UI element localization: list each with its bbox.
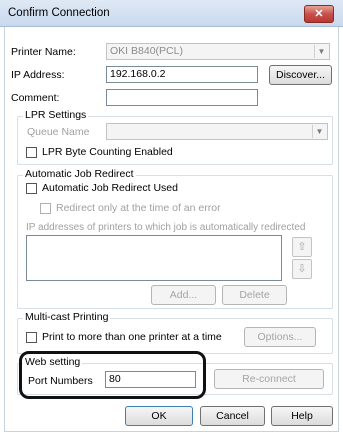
window-title: Confirm Connection — [8, 7, 110, 19]
move-down-button[interactable]: ⇩ — [292, 259, 312, 279]
lpr-byte-counting-checkbox[interactable] — [26, 147, 37, 158]
ip-address-input[interactable]: 192.168.0.2 — [106, 66, 258, 83]
discover-button[interactable]: Discover... — [269, 65, 332, 85]
comment-input[interactable] — [106, 89, 258, 106]
up-arrow-icon: ⇧ — [297, 241, 307, 253]
printer-name-label: Printer Name: — [11, 46, 76, 58]
confirm-connection-dialog: Confirm Connection ✕ Printer Name: OKI B… — [0, 0, 343, 434]
title-bar: Confirm Connection ✕ — [0, 0, 343, 27]
job-redirect-label: Automatic Job Redirect — [23, 168, 136, 180]
redirect-list-label: IP addresses of printers to which job is… — [26, 222, 306, 233]
move-up-button[interactable]: ⇧ — [292, 237, 312, 257]
close-icon: ✕ — [314, 8, 324, 20]
reconnect-button[interactable]: Re-connect — [214, 369, 324, 389]
ip-address-value: 192.168.0.2 — [110, 68, 166, 80]
multicast-print-checkbox[interactable] — [26, 332, 37, 343]
redirect-error-only-checkbox[interactable] — [40, 203, 51, 214]
ip-address-label: IP Address: — [11, 69, 65, 81]
printer-name-value: OKI B840(PCL) — [110, 45, 183, 57]
job-redirect-used-label: Automatic Job Redirect Used — [42, 182, 178, 194]
redirect-error-only-label: Redirect only at the time of an error — [56, 202, 221, 214]
redirect-address-list[interactable] — [26, 235, 282, 281]
ok-button[interactable]: OK — [125, 406, 193, 426]
help-button[interactable]: Help — [271, 406, 333, 426]
down-arrow-icon: ⇩ — [297, 263, 307, 275]
printer-name-dropdown[interactable]: OKI B840(PCL) ▼ — [106, 43, 330, 60]
delete-button[interactable]: Delete — [222, 285, 287, 305]
multicast-label: Multi-cast Printing — [23, 311, 111, 323]
lpr-byte-counting-label: LPR Byte Counting Enabled — [42, 146, 173, 158]
add-button[interactable]: Add... — [151, 285, 216, 305]
cancel-button[interactable]: Cancel — [200, 406, 265, 426]
job-redirect-used-checkbox[interactable] — [26, 183, 37, 194]
queue-name-dropdown[interactable]: ▼ — [106, 123, 328, 140]
highlight-frame — [19, 351, 206, 399]
options-button[interactable]: Options... — [244, 327, 316, 347]
queue-name-label: Queue Name — [27, 126, 90, 138]
multicast-print-label: Print to more than one printer at a time — [42, 331, 222, 343]
chevron-down-icon: ▼ — [314, 45, 328, 58]
close-button[interactable]: ✕ — [304, 5, 334, 23]
chevron-down-icon: ▼ — [312, 125, 326, 138]
comment-label: Comment: — [11, 92, 60, 104]
lpr-settings-label: LPR Settings — [23, 109, 89, 121]
